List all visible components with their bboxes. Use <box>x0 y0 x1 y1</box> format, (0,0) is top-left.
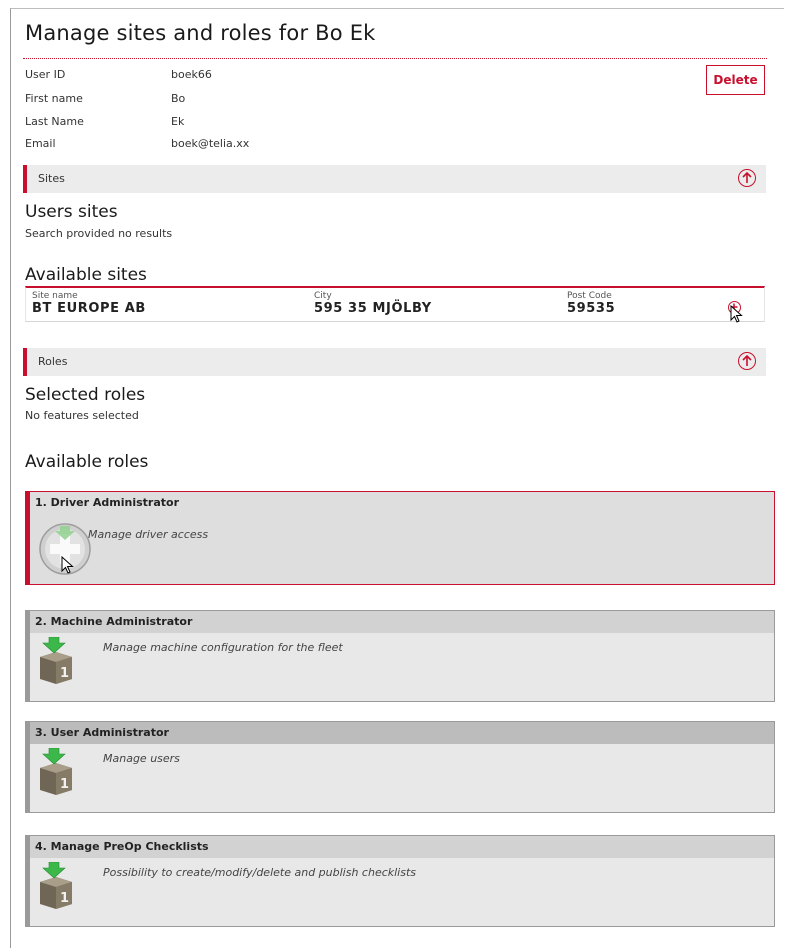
sites-collapse-button[interactable] <box>738 169 756 187</box>
role-title: 1. Driver Administrator <box>30 492 774 514</box>
role-badge: 1 <box>60 891 70 906</box>
role-badge: 1 <box>60 777 70 792</box>
role-card-manage-preop-checklists[interactable]: 4. Manage PreOp Checklists Possibility t… <box>25 835 775 927</box>
table-row[interactable]: Site name BT EUROPE AB City 595 35 MJÖLB… <box>25 286 765 322</box>
selected-roles-note: No features selected <box>25 409 139 422</box>
city-value: 595 35 MJÖLBY <box>314 301 432 316</box>
role-card-driver-administrator[interactable]: 1. Driver Administrator Manage driver ac… <box>25 491 775 585</box>
available-roles-heading: Available roles <box>25 452 149 472</box>
role-box-icon[interactable]: 1 <box>35 636 77 689</box>
post-code-cell: Post Code 59535 <box>567 291 615 317</box>
post-code-value: 59535 <box>567 301 616 316</box>
arrow-up-circle-icon <box>742 354 752 366</box>
post-code-header: Post Code <box>567 291 612 301</box>
page-title: Manage sites and roles for Bo Ek <box>25 21 376 45</box>
role-card-machine-administrator[interactable]: 2. Machine Administrator Manage machine … <box>25 610 775 702</box>
title-divider <box>23 58 767 59</box>
sites-section-bar[interactable]: Sites <box>23 165 766 193</box>
arrow-up-circle-icon <box>742 171 752 183</box>
role-card-user-administrator[interactable]: 3. User Administrator Manage users 1 <box>25 721 775 813</box>
city-header: City <box>314 291 332 301</box>
add-role-icon[interactable] <box>38 522 92 576</box>
user-id-row: User ID boek66 <box>25 68 212 81</box>
site-name-value: BT EUROPE AB <box>32 301 146 316</box>
site-name-cell: Site name BT EUROPE AB <box>32 291 146 317</box>
role-title: 2. Machine Administrator <box>30 611 774 633</box>
selected-roles-heading: Selected roles <box>25 385 146 405</box>
email-row: Email boek@telia.xx <box>25 137 249 150</box>
add-circle-icon <box>730 303 738 311</box>
delete-button[interactable]: Delete <box>706 65 765 95</box>
role-title: 3. User Administrator <box>30 722 774 744</box>
role-description: Manage driver access <box>88 528 209 541</box>
site-name-header: Site name <box>32 291 78 301</box>
users-sites-note: Search provided no results <box>25 227 173 240</box>
role-box-icon[interactable]: 1 <box>35 747 77 800</box>
role-title: 4. Manage PreOp Checklists <box>30 836 774 858</box>
user-id-value: boek66 <box>171 68 212 81</box>
available-sites-heading: Available sites <box>25 265 147 285</box>
last-name-value: Ek <box>171 115 185 128</box>
first-name-label: First name <box>25 92 83 105</box>
role-description: Manage machine configuration for the fle… <box>103 641 343 654</box>
user-id-label: User ID <box>25 68 66 81</box>
roles-section-bar[interactable]: Roles <box>23 348 766 376</box>
first-name-value: Bo <box>171 92 186 105</box>
role-description: Manage users <box>103 752 180 765</box>
add-site-button[interactable] <box>728 301 741 314</box>
last-name-label: Last Name <box>25 115 84 128</box>
role-badge: 1 <box>60 666 70 681</box>
roles-section-label: Roles <box>38 355 68 368</box>
role-description: Possibility to create/modify/delete and … <box>103 866 417 879</box>
email-label: Email <box>25 137 56 150</box>
roles-collapse-button[interactable] <box>738 352 756 370</box>
users-sites-heading: Users sites <box>25 202 118 222</box>
first-name-row: First name Bo <box>25 92 185 105</box>
sites-section-label: Sites <box>38 172 65 185</box>
email-value: boek@telia.xx <box>171 137 250 150</box>
last-name-row: Last Name Ek <box>25 115 184 128</box>
role-box-icon[interactable]: 1 <box>35 861 77 914</box>
city-cell: City 595 35 MJÖLBY <box>314 291 432 317</box>
